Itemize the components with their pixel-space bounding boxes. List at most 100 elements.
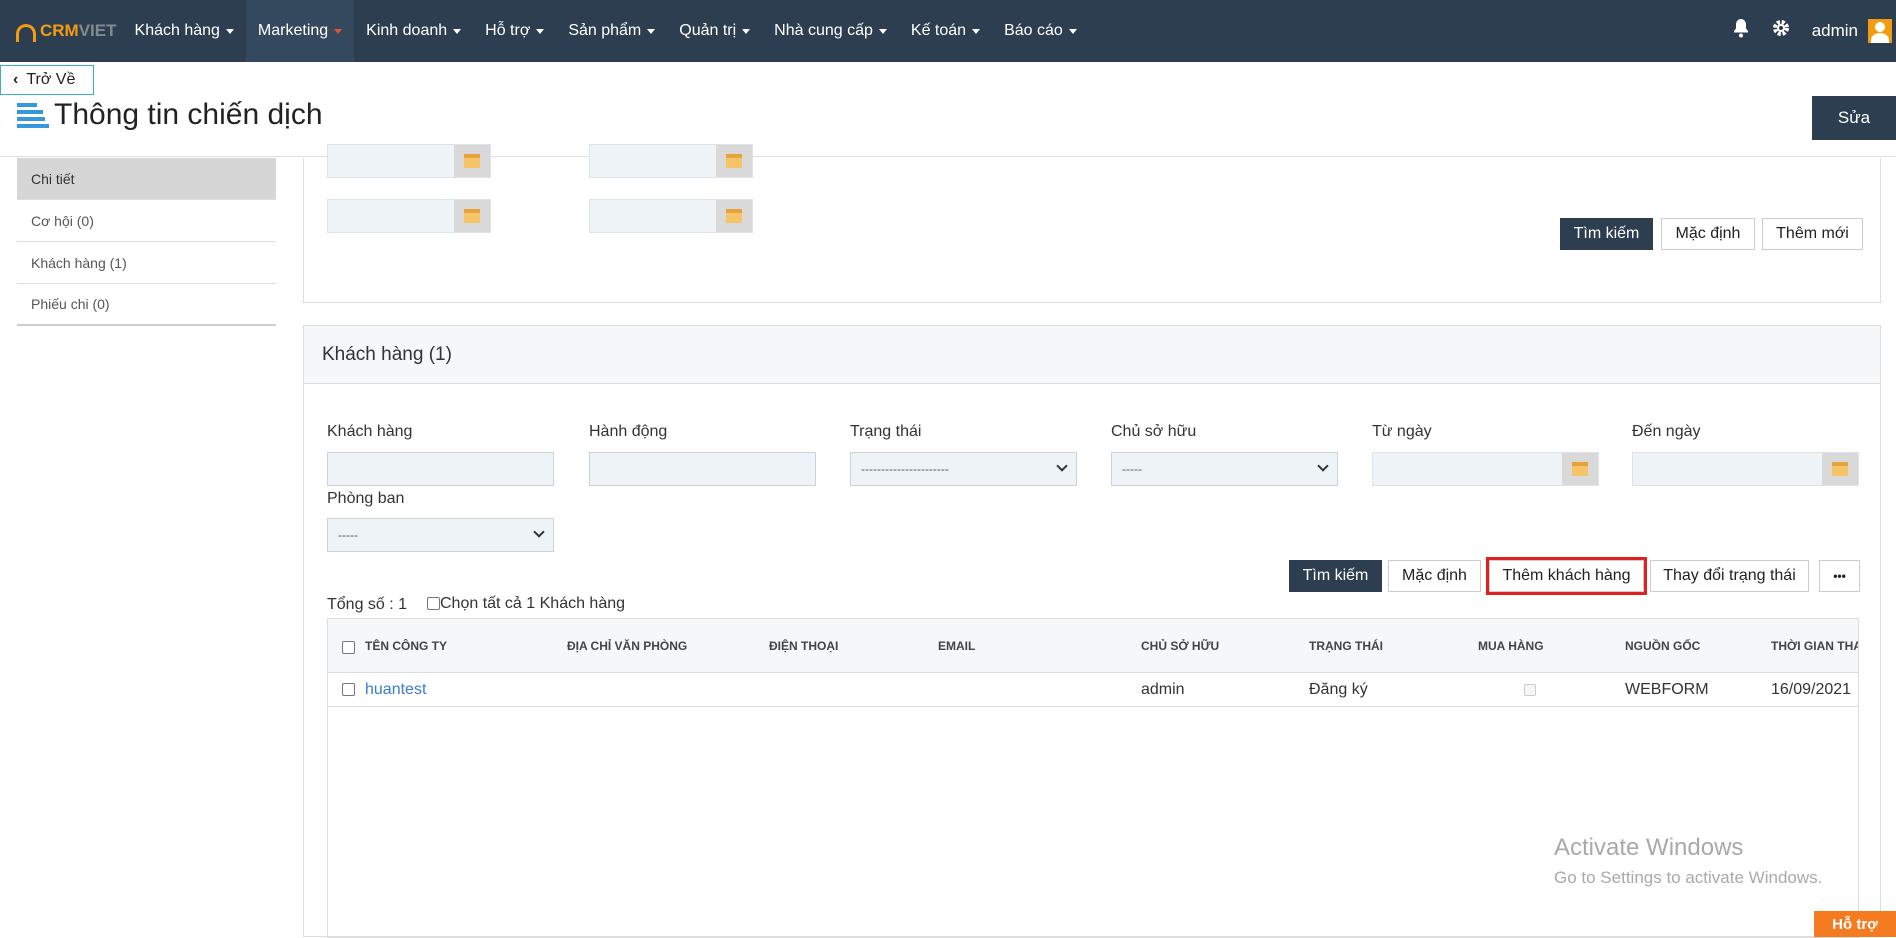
add-new-button[interactable]: Thêm mới [1762, 218, 1863, 250]
menu-khach-hang[interactable]: Khách hàng [123, 0, 246, 62]
caret-down-icon [1069, 29, 1077, 34]
column-header[interactable]: ĐIỆN THOẠI [769, 639, 838, 653]
column-header[interactable]: TÊN CÔNG TY [365, 639, 447, 653]
chevron-down-icon [1056, 460, 1067, 471]
column-header[interactable]: MUA HÀNG [1478, 639, 1544, 653]
row-checkbox[interactable] [342, 683, 355, 696]
caret-down-icon [972, 29, 980, 34]
menu-label: Kế toán [911, 22, 966, 40]
top-navbar: CRM VIET Khách hàng Marketing Kinh doanh… [0, 0, 1896, 62]
back-button[interactable]: ‹ Trở Về [0, 65, 94, 95]
default-button[interactable]: Mặc định [1388, 560, 1481, 592]
time-cell: 16/09/2021 [1771, 681, 1851, 699]
menu-bao-cao[interactable]: Báo cáo [992, 0, 1089, 62]
date-field[interactable] [327, 199, 491, 233]
more-options-button[interactable]: ••• [1819, 560, 1860, 592]
menu-ke-toan[interactable]: Kế toán [899, 0, 992, 62]
gear-icon[interactable] [1772, 19, 1790, 43]
user-name[interactable]: admin [1812, 21, 1858, 41]
calendar-icon[interactable] [716, 145, 752, 177]
menu-label: Hỗ trợ [485, 22, 530, 40]
windows-activation-watermark: Activate Windows Go to Settings to activ… [1554, 834, 1822, 888]
select-all[interactable]: Chọn tất cả 1 Khách hàng [427, 595, 625, 613]
change-status-button[interactable]: Thay đổi trạng thái [1650, 560, 1809, 592]
action-filter-label: Hành động [589, 423, 667, 441]
menu-ho-tro[interactable]: Hỗ trợ [473, 0, 556, 62]
caret-down-icon [334, 29, 342, 34]
header-checkbox[interactable] [342, 641, 355, 654]
sidebar-item-opportunities[interactable]: Cơ hội (0) [17, 200, 276, 242]
menu-label: Báo cáo [1004, 22, 1063, 40]
sidebar-item-payments[interactable]: Phiếu chi (0) [17, 284, 276, 326]
owner-select[interactable]: ----- [1111, 452, 1338, 486]
select-all-label: Chọn tất cả 1 Khách hàng [440, 595, 625, 612]
watermark-line2: Go to Settings to activate Windows. [1554, 868, 1822, 888]
customer-filter-label: Khách hàng [327, 423, 412, 441]
company-link[interactable]: huantest [365, 681, 426, 699]
bell-icon[interactable] [1732, 18, 1750, 44]
menu-quan-tri[interactable]: Quản trị [667, 0, 762, 62]
sidebar-item-detail[interactable]: Chi tiết [17, 158, 276, 200]
calendar-icon[interactable] [454, 200, 490, 232]
calendar-icon[interactable] [454, 145, 490, 177]
select-value: ----- [1122, 462, 1142, 476]
chevron-down-icon [1317, 460, 1328, 471]
column-header[interactable]: EMAIL [938, 639, 975, 653]
menu-nha-cung-cap[interactable]: Nhà cung cấp [762, 0, 899, 62]
customer-filter-input[interactable] [327, 452, 554, 486]
menu-marketing[interactable]: Marketing [246, 0, 354, 62]
column-header[interactable]: CHỦ SỞ HỮU [1141, 639, 1219, 653]
date-field[interactable] [589, 199, 753, 233]
crmviet-logo[interactable]: CRM VIET [16, 0, 117, 62]
menu-san-pham[interactable]: Sản phẩm [556, 0, 667, 62]
calendar-icon[interactable] [1822, 453, 1858, 485]
from-date-input[interactable] [1372, 452, 1599, 486]
date-field[interactable] [327, 144, 491, 178]
add-customer-button[interactable]: Thêm khách hàng [1489, 560, 1644, 592]
edit-button[interactable]: Sửa [1812, 96, 1896, 140]
sidebar: Chi tiết Cơ hội (0) Khách hàng (1) Phiếu… [17, 158, 276, 326]
nav-right: admin [1732, 0, 1896, 62]
caret-down-icon [453, 29, 461, 34]
search-button[interactable]: Tìm kiếm [1560, 218, 1653, 250]
table-row: huantest admin Đăng ký WEBFORM 16/09/202… [328, 673, 1859, 707]
chevron-left-icon: ‹ [13, 71, 18, 89]
search-button[interactable]: Tìm kiếm [1289, 560, 1382, 592]
owner-cell: admin [1141, 681, 1185, 699]
select-value: ----- [338, 528, 358, 542]
menu-kinh-doanh[interactable]: Kinh doanh [354, 0, 473, 62]
column-header[interactable]: NGUỒN GỐC [1625, 639, 1700, 653]
to-date-input[interactable] [1632, 452, 1859, 486]
status-select[interactable]: ---------------------- [850, 452, 1077, 486]
column-header[interactable]: THỜI GIAN THA [1771, 639, 1859, 653]
purchase-checkbox [1524, 684, 1536, 696]
caret-down-icon [226, 29, 234, 34]
date-field[interactable] [589, 144, 753, 178]
logo-text-viet: VIET [79, 21, 117, 41]
select-all-checkbox[interactable] [427, 597, 440, 610]
status-filter-label: Trạng thái [850, 423, 921, 441]
avatar[interactable] [1868, 19, 1892, 43]
owner-filter-label: Chủ sở hữu [1111, 423, 1196, 441]
sidebar-item-customers[interactable]: Khách hàng (1) [17, 242, 276, 284]
action-filter-input[interactable] [589, 452, 816, 486]
column-header[interactable]: ĐỊA CHỈ VĂN PHÒNG [567, 639, 687, 653]
list-icon [17, 103, 49, 129]
source-cell: WEBFORM [1625, 681, 1709, 699]
table-header: TÊN CÔNG TY ĐỊA CHỈ VĂN PHÒNG ĐIỆN THOẠI… [328, 619, 1859, 673]
menu-label: Sản phẩm [568, 22, 641, 40]
calendar-icon[interactable] [716, 200, 752, 232]
logo-text-crm: CRM [40, 21, 79, 41]
caret-down-icon [536, 29, 544, 34]
default-button[interactable]: Mặc định [1661, 218, 1755, 250]
department-select[interactable]: ----- [327, 518, 554, 552]
chevron-down-icon [533, 526, 544, 537]
back-label: Trở Về [26, 71, 75, 89]
to-date-label: Đến ngày [1632, 423, 1701, 441]
support-button[interactable]: Hỗ trợ [1814, 911, 1896, 937]
logo-mark-icon [16, 24, 36, 42]
calendar-icon[interactable] [1562, 453, 1598, 485]
total-count: Tổng số : 1 [327, 596, 407, 614]
column-header[interactable]: TRẠNG THÁI [1309, 639, 1383, 653]
menu-label: Quản trị [679, 22, 736, 40]
